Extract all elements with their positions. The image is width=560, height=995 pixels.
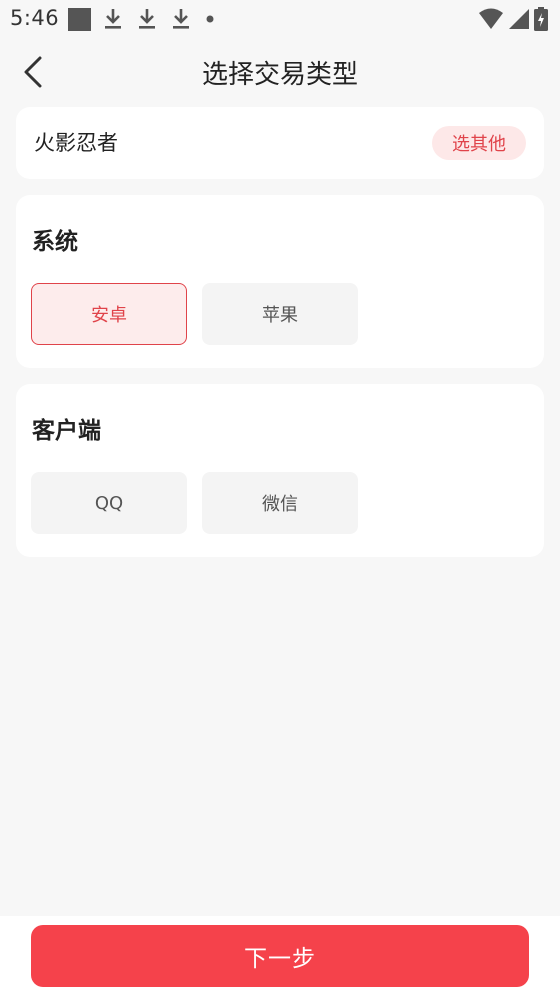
notification-icons [68, 6, 217, 32]
dot-icon [203, 12, 217, 26]
client-section: 客户端 QQ 微信 [16, 384, 544, 557]
status-bar: 5:46 [0, 0, 560, 38]
bottom-bar: 下一步 [0, 916, 560, 995]
image-notification-icon [68, 7, 91, 31]
wifi-icon [478, 8, 504, 30]
game-card: 火影忍者 选其他 [16, 107, 544, 179]
system-options: 安卓 苹果 [31, 283, 358, 345]
client-options: QQ 微信 [31, 472, 358, 534]
option-android[interactable]: 安卓 [31, 283, 187, 345]
header: 选择交易类型 [0, 40, 560, 104]
option-wechat[interactable]: 微信 [202, 472, 358, 534]
next-step-button[interactable]: 下一步 [31, 925, 529, 987]
download-icon [169, 7, 193, 31]
download-icon [101, 7, 125, 31]
status-time: 5:46 [10, 6, 60, 30]
game-name: 火影忍者 [34, 131, 118, 155]
system-section-title: 系统 [32, 229, 78, 255]
option-apple[interactable]: 苹果 [202, 283, 358, 345]
choose-other-button[interactable]: 选其他 [432, 126, 526, 160]
option-qq[interactable]: QQ [31, 472, 187, 534]
system-icons [478, 6, 548, 32]
client-section-title: 客户端 [32, 418, 101, 444]
battery-icon [534, 7, 548, 31]
app-screen: 5:46 选择交易类型 火影忍者 选其他 系统 安卓 苹果 客户端 QQ 微信 … [0, 0, 560, 995]
page-title: 选择交易类型 [201, 60, 358, 90]
download-icon [135, 7, 159, 31]
signal-icon [508, 8, 530, 30]
system-section: 系统 安卓 苹果 [16, 195, 544, 368]
